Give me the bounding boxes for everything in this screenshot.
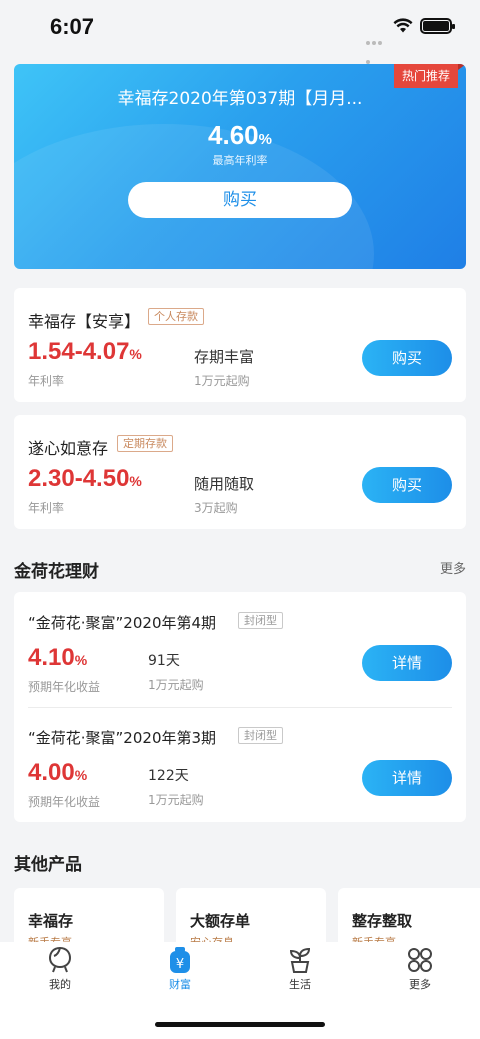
tab-label: 更多: [409, 978, 431, 991]
hero-rate-unit: %: [258, 131, 272, 148]
plant-icon: [289, 947, 311, 973]
detail-button[interactable]: 详情: [362, 645, 452, 681]
product-feature: 随用随取: [194, 475, 255, 493]
hero-banner[interactable]: 热门推荐 幸福存2020年第037期【月月... 4.60% 最高年利率 购买: [14, 64, 466, 269]
product-min: 3万起购: [194, 501, 238, 515]
status-time: 6:07: [50, 14, 95, 39]
wifi-icon: [393, 18, 413, 33]
hero-rate-value: 4.60: [208, 120, 259, 150]
product-card[interactable]: 遂心如意存 定期存款 2.30-4.50% 年利率 随用随取 3万起购 购买: [14, 415, 466, 529]
tab-life[interactable]: 生活: [260, 946, 340, 992]
lotus-rate-unit: %: [74, 652, 88, 668]
hero-buy-button[interactable]: 购买: [128, 182, 352, 218]
product-tag: 个人存款: [148, 308, 204, 325]
lotus-item-name: “金荷花·聚富”2020年第3期: [28, 729, 217, 747]
other-product-name: 大额存单: [190, 912, 251, 930]
product-rate-label: 年利率: [28, 501, 65, 515]
lotus-item-tag: 封闭型: [238, 727, 283, 744]
product-feature: 存期丰富: [194, 348, 255, 366]
tab-label: 财富: [169, 978, 191, 991]
tab-label: 生活: [289, 978, 311, 991]
svg-text:¥: ¥: [176, 957, 184, 972]
product-name: 幸福存【安享】: [28, 312, 141, 331]
tab-wealth[interactable]: ¥ 财富: [140, 946, 220, 992]
lotus-rate-value: 4.00: [28, 759, 75, 786]
divider: [28, 707, 452, 708]
hero-rate: 4.60%: [14, 120, 466, 151]
product-rate-label: 年利率: [28, 374, 65, 388]
signal-icon: [366, 30, 388, 64]
lotus-term: 122天: [148, 768, 189, 784]
tab-more[interactable]: 更多: [380, 946, 460, 992]
detail-button[interactable]: 详情: [362, 760, 452, 796]
wealth-icon: ¥: [170, 947, 190, 973]
hero-rate-label: 最高年利率: [212, 154, 268, 167]
lotus-rate-unit: %: [74, 767, 88, 783]
lotus-rate-label: 预期年化收益: [28, 795, 101, 809]
lotus-min: 1万元起购: [148, 678, 204, 692]
lotus-rate-value: 4.10: [28, 644, 75, 671]
home-indicator: [155, 1022, 325, 1027]
section-title-lotus: 金荷花理财: [14, 562, 99, 582]
lotus-item-rate: 4.10%: [28, 644, 87, 672]
other-product-name: 幸福存: [28, 912, 74, 930]
lotus-item-rate: 4.00%: [28, 759, 87, 787]
buy-button[interactable]: 购买: [362, 340, 452, 376]
product-rate-unit: %: [129, 346, 142, 362]
product-rate: 2.30-4.50%: [28, 465, 142, 493]
product-name: 遂心如意存: [28, 439, 109, 458]
section-title-other: 其他产品: [14, 855, 82, 875]
lotus-item-name: “金荷花·聚富”2020年第4期: [28, 614, 217, 632]
lotus-item-tag: 封闭型: [238, 612, 283, 629]
product-rate-unit: %: [129, 473, 142, 489]
battery-icon: [420, 18, 455, 34]
lotus-min: 1万元起购: [148, 793, 204, 807]
person-icon: [48, 946, 72, 973]
product-min: 1万元起购: [194, 374, 250, 388]
lotus-rate-label: 预期年化收益: [28, 680, 101, 694]
tab-mine[interactable]: 我的: [20, 946, 100, 992]
product-card[interactable]: 幸福存【安享】 个人存款 1.54-4.07% 年利率 存期丰富 1万元起购 购…: [14, 288, 466, 402]
other-product-name: 整存整取: [352, 912, 413, 930]
product-rate-value: 2.30-4.50: [28, 465, 130, 492]
more-link[interactable]: 更多: [440, 558, 466, 577]
grid-icon: [408, 948, 432, 972]
status-bar: 6:07: [0, 0, 480, 64]
lotus-card: “金荷花·聚富”2020年第4期 封闭型 4.10% 预期年化收益 91天 1万…: [14, 592, 466, 822]
product-tag: 定期存款: [117, 435, 173, 452]
product-rate-value: 1.54-4.07: [28, 338, 130, 365]
product-rate: 1.54-4.07%: [28, 338, 142, 366]
lotus-term: 91天: [148, 653, 180, 669]
buy-button[interactable]: 购买: [362, 467, 452, 503]
tab-label: 我的: [49, 978, 71, 991]
hero-title: 幸福存2020年第037期【月月...: [117, 89, 363, 109]
